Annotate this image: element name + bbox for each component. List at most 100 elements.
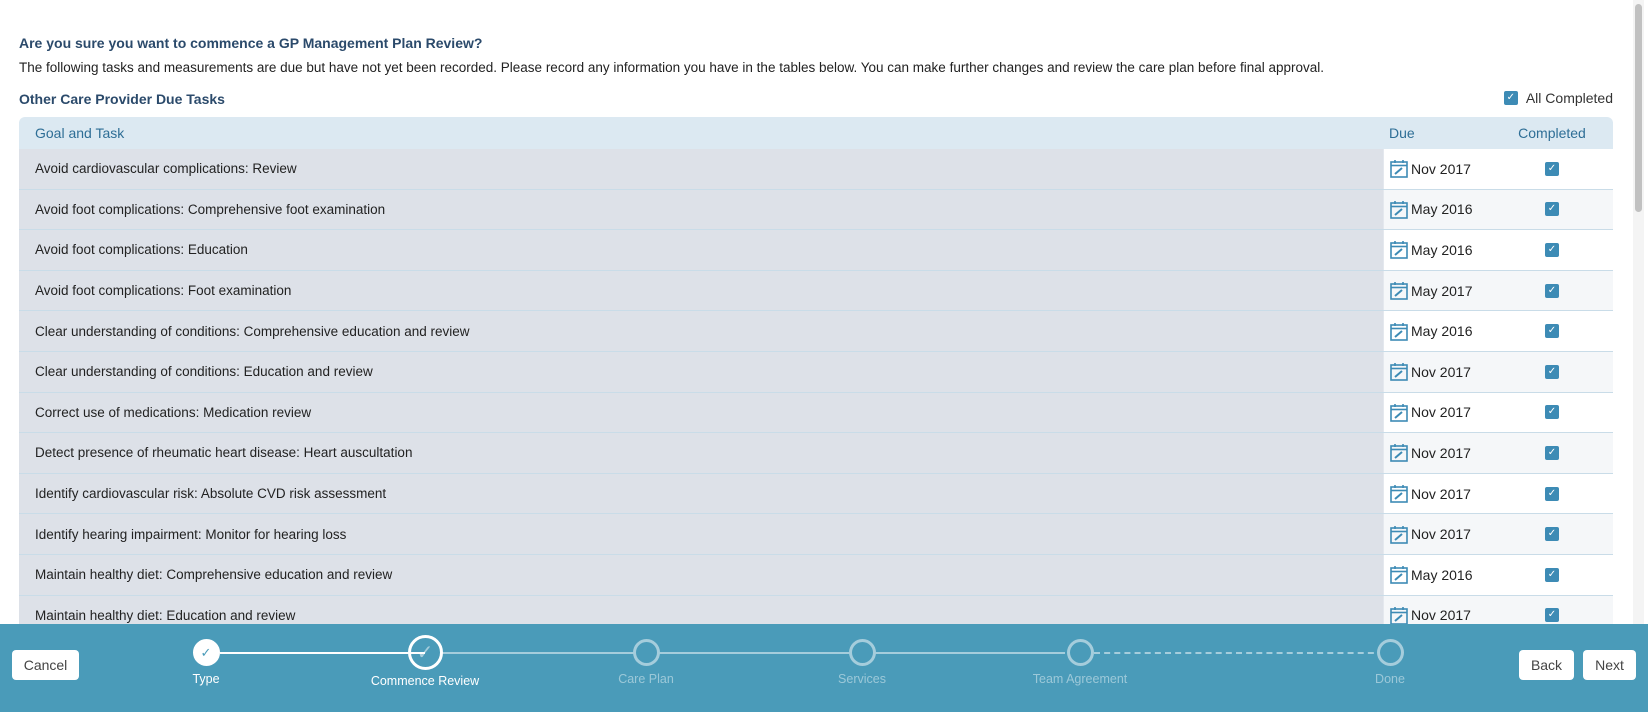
due-cell: May 2016 <box>1383 189 1491 230</box>
due-cell: Nov 2017 <box>1383 433 1491 473</box>
all-completed-checkbox[interactable]: ✓ All Completed <box>1503 90 1613 106</box>
completed-checkbox[interactable]: ✓ <box>1545 324 1559 339</box>
task-cell: Clear understanding of conditions: Educa… <box>19 351 1383 392</box>
task-cell: Avoid foot complications: Foot examinati… <box>19 270 1383 311</box>
step-circle <box>1066 639 1094 666</box>
table-row: Avoid cardiovascular complications: Revi… <box>19 149 1613 190</box>
completed-checkbox[interactable]: ✓ <box>1545 405 1559 420</box>
calendar-edit-icon[interactable] <box>1390 240 1408 260</box>
column-completed: Completed <box>1518 125 1586 141</box>
step-circle <box>1376 639 1404 666</box>
next-button[interactable]: Next <box>1583 650 1636 680</box>
table-row: Identify cardiovascular risk: Absolute C… <box>19 473 1613 515</box>
task-cell: Avoid foot complications: Education <box>19 230 1383 270</box>
completed-cell: ✓ <box>1491 433 1613 473</box>
table-row: Clear understanding of conditions: Compr… <box>19 311 1613 352</box>
calendar-edit-icon[interactable] <box>1390 565 1408 585</box>
completed-checkbox[interactable]: ✓ <box>1545 608 1559 623</box>
completed-checkbox[interactable]: ✓ <box>1545 445 1559 460</box>
column-goal: Goal and Task <box>35 125 125 141</box>
completed-cell: ✓ <box>1491 474 1613 514</box>
calendar-edit-icon[interactable] <box>1390 281 1408 300</box>
due-cell: Nov 2017 <box>1383 514 1491 554</box>
wizard-step: ✓ Type <box>106 639 306 686</box>
completed-cell: ✓ <box>1491 270 1613 311</box>
step-label: Commence Review <box>370 674 480 688</box>
scrollbar-thumb[interactable] <box>1635 4 1642 212</box>
table-row: Correct use of medications: Medication r… <box>19 392 1613 434</box>
task-cell: Identify cardiovascular risk: Absolute C… <box>19 473 1383 514</box>
completed-cell: ✓ <box>1491 393 1613 433</box>
step-circle: ✓ <box>192 639 220 666</box>
wizard-step: Services <box>762 639 962 686</box>
check-icon: ✓ <box>416 642 434 664</box>
due-date: May 2016 <box>1411 201 1473 218</box>
task-cell: Identify hearing impairment: Monitor for… <box>19 514 1383 554</box>
table-header: Goal and Task Due Completed <box>19 117 1613 149</box>
completed-checkbox[interactable]: ✓ <box>1545 161 1559 176</box>
check-icon: ✓ <box>200 644 212 660</box>
step-label: Done <box>1375 672 1405 686</box>
due-tasks-table: Goal and Task Due Completed Avoid cardio… <box>19 117 1613 637</box>
step-circle: ✓ <box>407 635 443 670</box>
completed-cell: ✓ <box>1491 555 1613 595</box>
step-label: Care Plan <box>618 672 674 686</box>
task-cell: Detect presence of rheumatic heart disea… <box>19 433 1383 473</box>
table-row: Detect presence of rheumatic heart disea… <box>19 433 1613 474</box>
calendar-edit-icon[interactable] <box>1390 322 1408 341</box>
table-row: Clear understanding of conditions: Educa… <box>19 351 1613 393</box>
task-cell: Clear understanding of conditions: Compr… <box>19 311 1383 351</box>
due-cell: May 2017 <box>1383 270 1491 311</box>
due-date: Nov 2017 <box>1411 160 1471 177</box>
description: The following tasks and measurements are… <box>19 60 1325 75</box>
due-date: Nov 2017 <box>1411 404 1471 421</box>
due-date: Nov 2017 <box>1411 526 1471 543</box>
due-date: May 2016 <box>1411 566 1473 583</box>
due-date: Nov 2017 <box>1411 607 1471 624</box>
task-cell: Avoid foot complications: Comprehensive … <box>19 189 1383 230</box>
due-date: May 2016 <box>1411 241 1473 258</box>
completed-checkbox[interactable]: ✓ <box>1545 283 1559 298</box>
calendar-edit-icon[interactable] <box>1390 484 1408 503</box>
cancel-button[interactable]: Cancel <box>12 650 79 680</box>
table-row: Avoid foot complications: Comprehensive … <box>19 189 1613 231</box>
due-cell: Nov 2017 <box>1383 392 1491 433</box>
task-cell: Avoid cardiovascular complications: Revi… <box>19 149 1383 189</box>
completed-checkbox[interactable]: ✓ <box>1545 364 1559 379</box>
due-cell: May 2016 <box>1383 311 1491 351</box>
calendar-edit-icon[interactable] <box>1390 362 1408 382</box>
calendar-edit-icon[interactable] <box>1390 606 1408 625</box>
completed-checkbox[interactable]: ✓ <box>1545 202 1559 217</box>
checkbox-checked-icon: ✓ <box>1503 91 1518 105</box>
due-date: May 2017 <box>1411 282 1473 299</box>
wizard-step: Care Plan <box>546 639 746 686</box>
step-circle <box>848 639 876 666</box>
completed-checkbox[interactable]: ✓ <box>1545 486 1559 501</box>
table-row: Avoid foot complications: Foot examinati… <box>19 270 1613 312</box>
table-row: Maintain healthy diet: Comprehensive edu… <box>19 554 1613 596</box>
completed-cell: ✓ <box>1491 311 1613 351</box>
calendar-edit-icon[interactable] <box>1390 403 1408 422</box>
due-cell: May 2016 <box>1383 554 1491 595</box>
completed-checkbox[interactable]: ✓ <box>1545 527 1559 542</box>
completed-cell: ✓ <box>1491 351 1613 392</box>
page-title: Are you sure you want to commence a GP M… <box>19 35 483 51</box>
back-button[interactable]: Back <box>1519 650 1574 680</box>
wizard-footer: Cancel ✓ Type ✓ Commence Review Care Plan Ser… <box>0 624 1648 712</box>
completed-cell: ✓ <box>1491 514 1613 554</box>
task-cell: Correct use of medications: Medication r… <box>19 392 1383 433</box>
step-circle <box>632 639 660 666</box>
table-row: Avoid foot complications: Education May … <box>19 230 1613 271</box>
due-date: May 2016 <box>1411 323 1473 340</box>
section-title: Other Care Provider Due Tasks <box>19 91 225 107</box>
due-cell: Nov 2017 <box>1383 149 1491 189</box>
due-cell: May 2016 <box>1383 230 1491 270</box>
completed-checkbox[interactable]: ✓ <box>1545 242 1559 257</box>
calendar-edit-icon[interactable] <box>1390 525 1408 544</box>
calendar-edit-icon[interactable] <box>1390 443 1408 463</box>
completed-checkbox[interactable]: ✓ <box>1545 567 1559 582</box>
calendar-edit-icon[interactable] <box>1390 200 1408 219</box>
step-label: Team Agreement <box>1032 672 1128 686</box>
calendar-edit-icon[interactable] <box>1390 159 1408 179</box>
wizard-step: Team Agreement <box>980 639 1180 686</box>
